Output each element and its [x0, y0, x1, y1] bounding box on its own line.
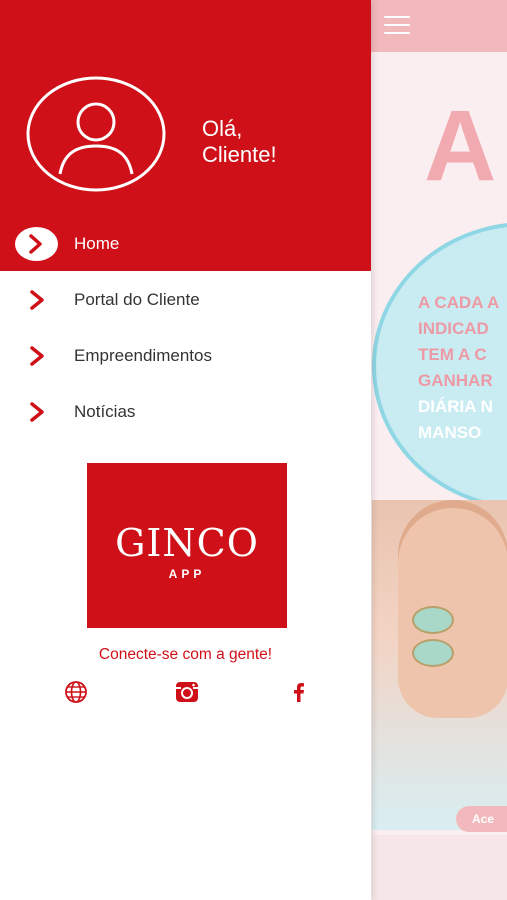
- nav-item-home[interactable]: Home: [0, 218, 371, 270]
- photo-sunglasses: [412, 606, 507, 667]
- promo-action-button[interactable]: Ace: [456, 806, 507, 832]
- promo-line: A CADA A: [418, 293, 500, 312]
- logo-subtitle: APP: [168, 567, 206, 581]
- greeting: Olá, Cliente!: [202, 116, 277, 168]
- promo-text: A CADA A INDICAD TEM A C GANHAR DIÁRIA N…: [418, 290, 499, 446]
- hamburger-menu-icon[interactable]: [384, 16, 410, 36]
- nav-item-portal-do-cliente[interactable]: Portal do Cliente: [0, 274, 371, 326]
- promo-line: MANSO: [418, 423, 482, 442]
- chevron-right-icon: [30, 290, 44, 310]
- app-footer-area: [372, 835, 507, 900]
- nav-item-noticias[interactable]: Notícias: [0, 386, 371, 438]
- chevron-right-icon: [30, 402, 44, 422]
- nav-item-label: Home: [74, 234, 120, 253]
- navigation-drawer: Olá, Cliente! Home Portal do Cliente Emp…: [0, 0, 371, 900]
- greeting-line: Olá,: [202, 116, 243, 141]
- promo-line: GANHAR: [418, 371, 493, 390]
- chevron-right-icon: [15, 227, 58, 261]
- greeting-line: Cliente!: [202, 142, 277, 167]
- nav-item-label: Portal do Cliente: [74, 290, 200, 309]
- logo-wordmark: GINCO: [115, 521, 259, 565]
- connect-text: Conecte-se com a gente!: [98, 646, 273, 663]
- facebook-icon[interactable]: [286, 680, 312, 704]
- nav-item-label: Empreendimentos: [74, 346, 212, 365]
- promo-line: INDICAD: [418, 319, 489, 338]
- promo-line: TEM A C: [418, 345, 487, 364]
- banner-heading: A: [424, 90, 497, 202]
- nav-item-label: Notícias: [74, 402, 136, 421]
- instagram-icon[interactable]: [174, 680, 200, 704]
- globe-icon[interactable]: [63, 680, 89, 704]
- nav-item-empreendimentos[interactable]: Empreendimentos: [0, 330, 371, 382]
- user-avatar-icon: [26, 76, 166, 192]
- promo-line: DIÁRIA N: [418, 397, 493, 416]
- ginco-app-logo: GINCO APP: [87, 463, 287, 628]
- chevron-right-icon: [30, 346, 44, 366]
